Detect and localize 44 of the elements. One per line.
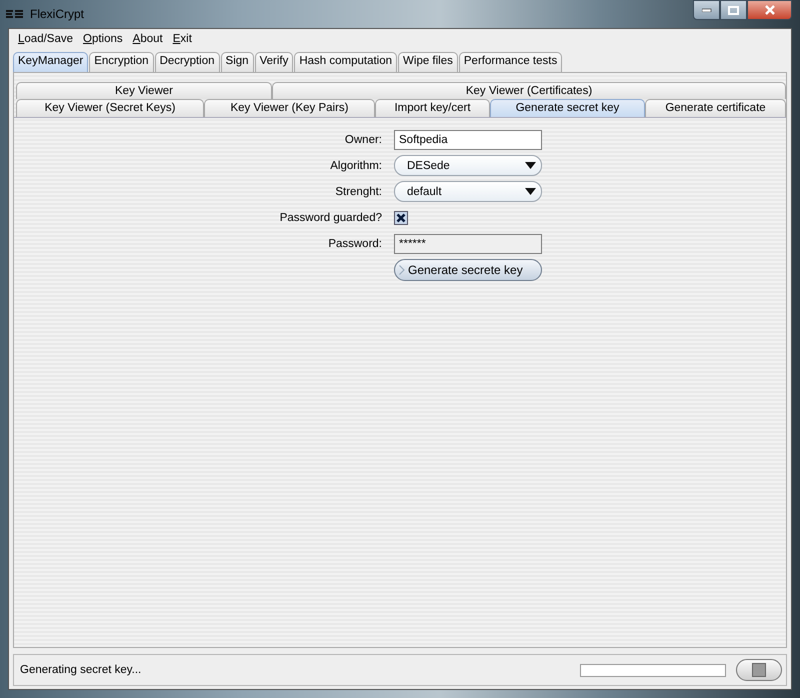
- tab[interactable]: Hash computation: [294, 52, 398, 72]
- tab[interactable]: Key Viewer (Certificates): [272, 82, 786, 99]
- dropdown[interactable]: DESede: [394, 155, 542, 176]
- field-label: Password guarded?: [278, 212, 382, 224]
- field-label: Password:: [327, 238, 382, 250]
- tab[interactable]: Key Viewer (Key Pairs): [204, 99, 375, 117]
- maximize-icon: [728, 6, 739, 14]
- stop-button[interactable]: [736, 659, 782, 681]
- caret-icon: [525, 162, 536, 169]
- status-text: Generating secret key...: [20, 664, 142, 676]
- stop-icon: [752, 663, 766, 677]
- app-logo-icon: [6, 9, 24, 19]
- tab[interactable]: Generate certificate: [645, 99, 786, 117]
- tab[interactable]: Import key/cert: [375, 99, 490, 117]
- field-label: Algorithm:: [329, 160, 382, 172]
- checkbox[interactable]: [394, 211, 408, 225]
- text-field[interactable]: Softpedia: [394, 130, 542, 150]
- minimize-button[interactable]: [693, 0, 720, 20]
- generate-button[interactable]: Generate secrete key: [394, 259, 542, 281]
- tab[interactable]: Performance tests: [458, 52, 562, 72]
- tab[interactable]: KeyManager: [13, 52, 88, 72]
- play-icon: [399, 265, 405, 275]
- tab[interactable]: Generate secret key: [490, 99, 645, 117]
- menu-item[interactable]: Exit: [168, 32, 197, 46]
- field-label: Owner:: [344, 134, 382, 146]
- close-button[interactable]: [747, 0, 792, 20]
- menu-item[interactable]: Load/Save: [13, 32, 78, 46]
- tab[interactable]: Sign: [220, 52, 254, 72]
- dropdown[interactable]: default: [394, 181, 542, 202]
- tab[interactable]: Wipe files: [398, 52, 458, 72]
- tab[interactable]: Encryption: [89, 52, 154, 72]
- caret-icon: [525, 188, 536, 195]
- tab[interactable]: Decryption: [154, 52, 220, 72]
- close-icon: [764, 5, 776, 15]
- menu-item[interactable]: Options: [78, 32, 128, 46]
- tab[interactable]: Verify: [254, 52, 294, 72]
- tab[interactable]: Key Viewer: [16, 82, 272, 99]
- field-label: Strenght:: [334, 186, 382, 198]
- tab[interactable]: Key Viewer (Secret Keys): [16, 99, 204, 117]
- minimize-icon: [702, 8, 712, 12]
- window-title: FlexiCrypt: [30, 7, 84, 21]
- maximize-button[interactable]: [720, 0, 747, 20]
- menu-item[interactable]: About: [128, 32, 168, 46]
- password-field[interactable]: ******: [394, 234, 542, 254]
